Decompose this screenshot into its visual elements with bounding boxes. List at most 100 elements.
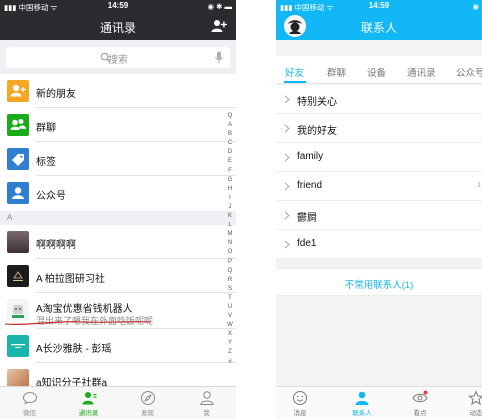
chevron-right-icon [284,240,290,249]
tab-me[interactable]: 我 [177,390,236,417]
search-placeholder: 搜索 [108,55,128,66]
tab-label: 我 [203,410,210,417]
friend-group-row[interactable]: 鬱屙 [276,201,482,230]
index-letter[interactable]: E [224,157,236,166]
index-letter[interactable]: J [224,203,236,212]
official-accounts-row[interactable]: 公众号 [0,176,236,210]
alphabet-index[interactable]: Q A B C D E F G H I J K L M N O P Q R S T U V W X Y Z # [224,112,236,367]
status-icons: ◉ ✱ ▬ [207,2,233,11]
index-letter[interactable]: S [224,285,236,294]
index-letter[interactable]: N [224,239,236,248]
contact-name: A淘宝优惠省钱机器人 [36,304,133,315]
nav-bar: 联系人 [276,13,482,40]
uncommon-contacts-row[interactable]: 不常用联系人(1) [276,268,482,296]
spacer [276,40,482,56]
contact-row[interactable]: A 柏拉图研习社 [0,259,236,293]
tab-groups[interactable]: 群聊 [327,65,346,79]
friend-group-row[interactable]: friend 1 [276,172,482,201]
group-chats-label: 群聊 [36,123,56,134]
status-bar: ▮▮▮ 中国移动 ᯤ 14:59 ◉ ✱ ▬ [0,0,236,13]
compass-icon [140,391,155,405]
contact-row[interactable]: A淘宝优惠省钱机器人 混出来了嗯我在外面吃饭呢呢 [0,293,236,329]
friend-group-row[interactable]: 特别关心 [276,85,482,114]
tab-moments[interactable]: 动态 [456,390,482,417]
status-bar: ▮▮▮ 中国移动 ᯤ 14:59 ◉ [276,0,482,13]
tab-label: 消息 [293,410,307,417]
add-friend-icon[interactable] [211,18,227,34]
index-letter[interactable]: T [224,294,236,303]
group-name: 鬱屙 [297,213,317,224]
wechat-contacts-screen: ▮▮▮ 中国移动 ᯤ 14:59 ◉ ✱ ▬ 通讯录 搜索 新的朋友 群聊 标签… [0,0,236,419]
eye-icon [412,390,428,403]
contact-row[interactable]: A长沙雅肤 - 彭瑶 [0,329,236,363]
contact-avatar [7,265,29,287]
index-letter[interactable]: U [224,303,236,312]
index-letter[interactable]: P [224,258,236,267]
index-letter[interactable]: L [224,221,236,230]
contact-row[interactable]: 啊啊啊啊 [0,225,236,259]
active-tab-indicator [284,81,306,83]
index-letter[interactable]: R [224,276,236,285]
contact-avatar [7,231,29,253]
tab-address-book[interactable]: 通讯录 [407,65,436,79]
index-letter[interactable]: Q [224,112,236,121]
tags-label: 标签 [36,157,56,168]
contact-avatar [7,335,29,357]
index-letter[interactable]: C [224,139,236,148]
index-letter[interactable]: Q [224,267,236,276]
chevron-right-icon [284,95,290,104]
index-letter[interactable]: M [224,230,236,239]
bottom-tab-bar: 消息 联系人 看点 动态 [276,386,482,419]
index-letter[interactable]: G [224,176,236,185]
new-friends-row[interactable]: 新的朋友 [0,74,236,108]
index-letter[interactable]: W [224,321,236,330]
tab-contacts[interactable]: 联系人 [342,390,382,417]
index-letter[interactable]: D [224,148,236,157]
search-input[interactable]: 搜索 [6,47,230,68]
uncommon-contacts-label: 不常用联系人(1) [344,280,414,291]
group-name: fde1 [297,238,317,249]
index-letter[interactable]: H [224,185,236,194]
page-title: 联系人 [360,21,397,35]
chevron-right-icon [284,124,290,133]
tab-devices[interactable]: 设备 [367,65,386,79]
index-letter[interactable]: # [224,358,236,367]
index-letter[interactable]: V [224,312,236,321]
index-letter[interactable]: B [224,130,236,139]
tag-icon [7,148,29,170]
group-name: friend [297,180,323,191]
contact-category-tabs: 好友 群聊 设备 通讯录 公众号 [276,56,482,84]
friend-group-row[interactable]: fde1 [276,230,482,259]
person-icon [199,391,214,405]
friend-group-row[interactable]: 我的好友 [276,114,482,143]
contacts-icon [82,392,96,405]
index-letter[interactable]: I [224,194,236,203]
tab-messages[interactable]: 消息 [280,390,320,417]
group-chats-row[interactable]: 群聊 [0,108,236,142]
friend-group-row[interactable]: family [276,143,482,172]
group-count: 1 [477,182,481,189]
tab-official-accounts[interactable]: 公众号 [456,65,482,79]
tab-contacts[interactable]: 通讯录 [59,390,118,417]
status-time: 14:59 [107,1,129,10]
contact-name: A 柏拉图研习社 [36,274,105,285]
index-letter[interactable]: Y [224,339,236,348]
tab-watch[interactable]: 看点 [400,390,440,417]
index-letter[interactable]: Z [224,348,236,357]
smiley-icon [293,391,307,405]
tab-friends[interactable]: 好友 [285,65,304,79]
tab-label: 发现 [141,410,154,417]
index-letter[interactable]: K [224,212,236,221]
index-letter[interactable]: O [224,248,236,257]
chat-bubble-icon [22,391,37,405]
microphone-icon[interactable] [215,51,223,64]
tab-discover[interactable]: 发现 [118,390,177,417]
official-account-icon [7,182,29,204]
index-letter[interactable]: F [224,167,236,176]
index-letter[interactable]: X [224,330,236,339]
group-chats-icon [7,114,29,136]
tab-wechat[interactable]: 微信 [0,390,59,417]
tab-label: 看点 [413,410,427,417]
tags-row[interactable]: 标签 [0,142,236,176]
index-letter[interactable]: A [224,121,236,130]
